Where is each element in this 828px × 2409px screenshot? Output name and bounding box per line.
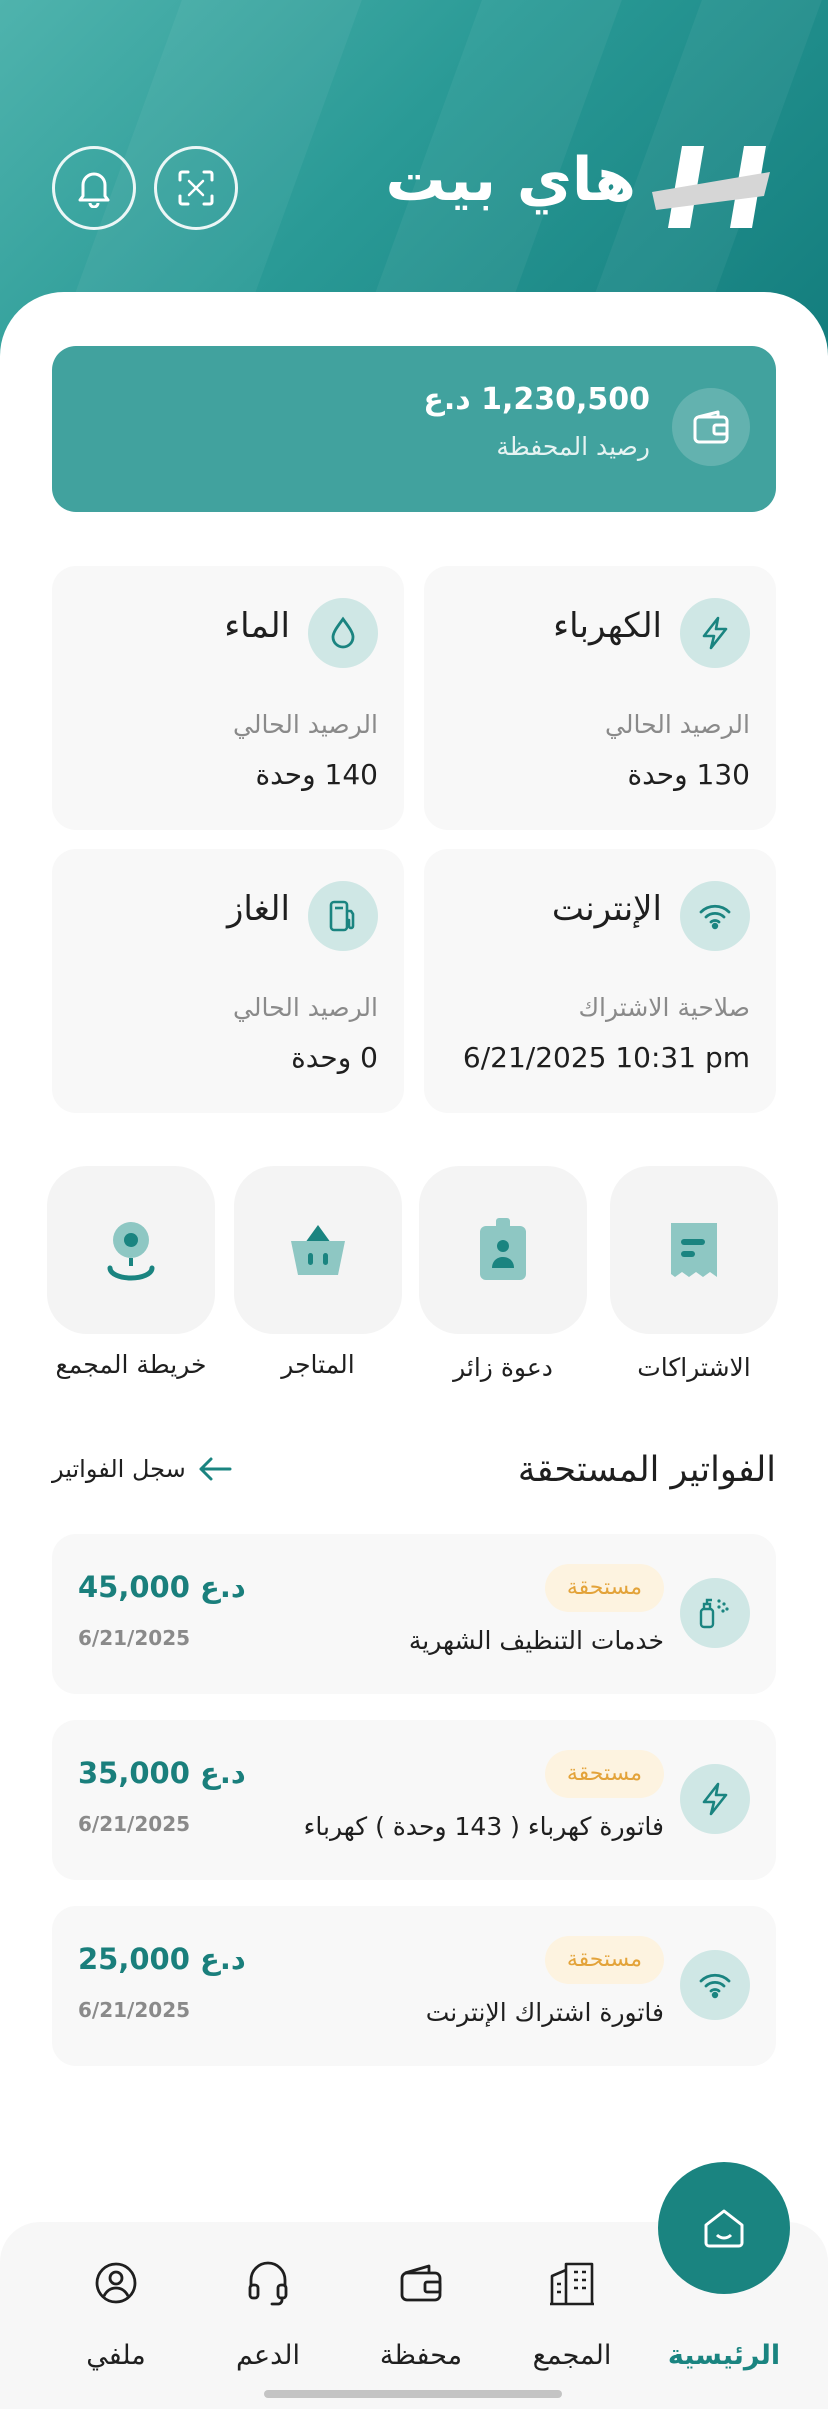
- quick-action-label: الاشتراكات: [637, 1353, 751, 1382]
- receipt-icon: [671, 1223, 717, 1277]
- nav-item-support[interactable]: الدعم: [198, 2222, 338, 2402]
- home-icon: [704, 2209, 744, 2248]
- utility-label: الرصيد الحالي: [233, 710, 378, 739]
- quick-action-compound-map[interactable]: [47, 1166, 215, 1334]
- bell-icon: [78, 172, 110, 208]
- utility-value: 140 وحدة: [255, 758, 378, 791]
- nav-icon-wrap: [547, 2258, 597, 2308]
- nav-label: الرئيسية: [667, 2340, 781, 2371]
- shopping-basket-icon: [291, 1225, 345, 1275]
- bill-date: 6/21/2025: [78, 1626, 191, 1650]
- nav-label: المجمع: [532, 2340, 612, 2371]
- nav-icon-wrap: [243, 2258, 293, 2308]
- bill-card[interactable]: مستحقة فاتورة اشتراك الإنترنت 25,000 د.ع…: [52, 1906, 776, 2066]
- utility-value: 130 وحدة: [627, 758, 750, 791]
- utility-value: 6/21/2025 10:31 pm: [462, 1041, 750, 1074]
- bill-amount: 25,000 د.ع: [78, 1942, 246, 1976]
- bill-title: فاتورة اشتراك الإنترنت: [425, 1998, 664, 2027]
- qr-scan-button[interactable]: [154, 146, 238, 230]
- app-logo: [652, 146, 770, 228]
- nav-label: الدعم: [236, 2340, 300, 2371]
- wallet-icon: [400, 2264, 442, 2302]
- user-icon: [95, 2262, 137, 2304]
- bill-card[interactable]: مستحقة خدمات التنظيف الشهرية 45,000 د.ع …: [52, 1534, 776, 1694]
- bill-amount: 35,000 د.ع: [78, 1756, 246, 1790]
- utility-label: الرصيد الحالي: [233, 993, 378, 1022]
- quick-action-label: خريطة المجمع: [55, 1350, 207, 1379]
- utility-card-internet[interactable]: الإنترنت صلاحية الاشتراك 6/21/2025 10:31…: [424, 849, 776, 1113]
- utility-title: الغاز: [227, 889, 290, 929]
- app-brand: هاي بيت: [385, 145, 636, 215]
- bill-amount: 45,000 د.ع: [78, 1570, 246, 1604]
- bill-date: 6/21/2025: [78, 1812, 191, 1836]
- util-icon-badge: [680, 598, 750, 668]
- wallet-label: رصيد المحفظة: [496, 432, 650, 461]
- bill-status-badge: مستحقة: [544, 1936, 664, 1984]
- quick-action-label: المتاجر: [281, 1350, 355, 1379]
- quick-action-invite-visitor[interactable]: [419, 1166, 587, 1334]
- home-fab-button[interactable]: [658, 2162, 790, 2294]
- qr-scan-icon: [178, 170, 214, 206]
- wallet-amount: 1,230,500 د.ع: [423, 382, 650, 417]
- nav-label: محفظة: [379, 2340, 463, 2371]
- lightning-icon: [702, 616, 728, 650]
- bill-icon-badge: [680, 1578, 750, 1648]
- spray-bottle-icon: [699, 1598, 729, 1629]
- due-bills-title: الفواتير المستحقة: [517, 1450, 776, 1490]
- utility-title: الكهرباء: [553, 606, 662, 646]
- arrow-left-icon: [199, 1457, 232, 1481]
- lightning-icon: [702, 1782, 728, 1816]
- wallet-balance-card[interactable]: 1,230,500 د.ع رصيد المحفظة: [52, 346, 776, 512]
- utility-card-gas[interactable]: الغاز الرصيد الحالي 0 وحدة: [52, 849, 404, 1113]
- bill-icon-badge: [680, 1950, 750, 2020]
- utility-card-water[interactable]: الماء الرصيد الحالي 140 وحدة: [52, 566, 404, 830]
- nav-item-wallet[interactable]: محفظة: [351, 2222, 491, 2402]
- util-icon-badge: [680, 881, 750, 951]
- map-pin-icon: [107, 1222, 155, 1281]
- headset-icon: [248, 2261, 288, 2306]
- bills-history-label: سجل الفواتير: [52, 1455, 186, 1483]
- nav-item-compound[interactable]: المجمع: [502, 2222, 642, 2402]
- util-icon-badge: [308, 881, 378, 951]
- nav-icon-wrap: [396, 2258, 446, 2308]
- wallet-icon: [693, 410, 729, 444]
- nav-icon-wrap: [91, 2258, 141, 2308]
- bill-date: 6/21/2025: [78, 1998, 191, 2022]
- wallet-icon-badge: [672, 388, 750, 466]
- visitor-badge-icon: [480, 1218, 526, 1280]
- utility-title: الماء: [224, 606, 290, 646]
- bill-status-badge: مستحقة: [544, 1564, 664, 1612]
- building-icon: [550, 2262, 594, 2306]
- nav-item-profile[interactable]: ملفي: [46, 2222, 186, 2402]
- nav-label: ملفي: [86, 2340, 146, 2371]
- bills-history-link[interactable]: سجل الفواتير: [52, 1455, 232, 1483]
- quick-action-label: دعوة زائر: [453, 1353, 553, 1382]
- bill-title: خدمات التنظيف الشهرية: [408, 1626, 664, 1655]
- gas-pump-icon: [329, 900, 355, 932]
- quick-action-stores[interactable]: [234, 1166, 402, 1334]
- wifi-icon: [699, 1973, 731, 1999]
- utility-value: 0 وحدة: [291, 1041, 378, 1074]
- home-indicator: [264, 2390, 562, 2398]
- util-icon-badge: [308, 598, 378, 668]
- notifications-button[interactable]: [52, 146, 136, 230]
- bill-icon-badge: [680, 1764, 750, 1834]
- bill-status-badge: مستحقة: [544, 1750, 664, 1798]
- utility-title: الإنترنت: [551, 889, 662, 929]
- utility-label: الرصيد الحالي: [605, 710, 750, 739]
- bill-title: فاتورة كهرباء ( 143 وحدة ) كهرباء: [303, 1812, 664, 1841]
- utility-label: صلاحية الاشتراك: [578, 993, 750, 1022]
- utility-card-electricity[interactable]: الكهرباء الرصيد الحالي 130 وحدة: [424, 566, 776, 830]
- quick-action-subscriptions[interactable]: [610, 1166, 778, 1334]
- water-drop-icon: [331, 616, 355, 649]
- wifi-icon: [699, 904, 731, 930]
- bill-card[interactable]: مستحقة فاتورة كهرباء ( 143 وحدة ) كهرباء…: [52, 1720, 776, 1880]
